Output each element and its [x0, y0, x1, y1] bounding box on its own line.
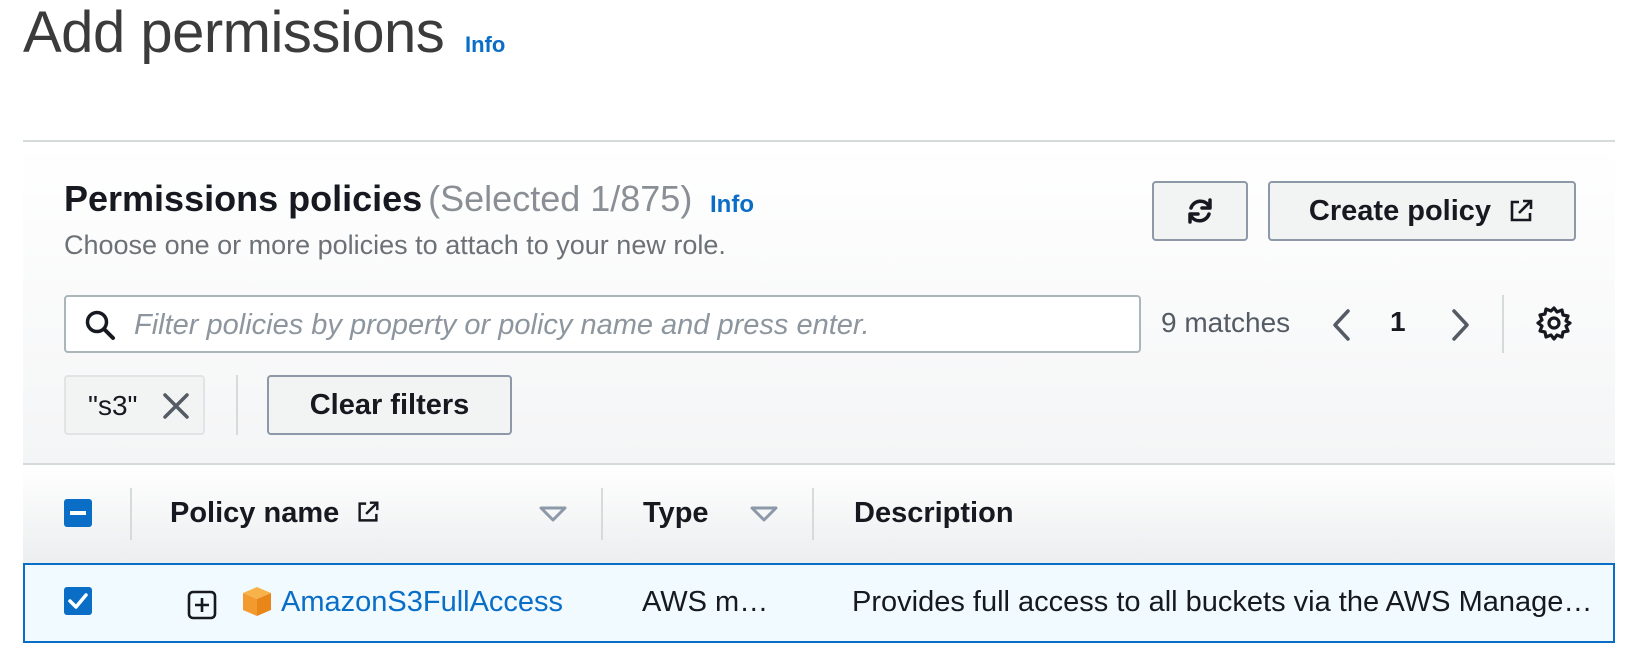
- page-info-link[interactable]: Info: [465, 32, 505, 58]
- clear-filters-button[interactable]: Clear filters: [267, 375, 512, 435]
- panel-description: Choose one or more policies to attach to…: [64, 230, 726, 260]
- policy-name-link[interactable]: AmazonS3FullAccess: [281, 586, 563, 619]
- next-page-button[interactable]: [1446, 305, 1476, 345]
- create-policy-button[interactable]: Create policy: [1268, 181, 1576, 241]
- column-divider: [130, 488, 132, 540]
- package-icon: [243, 587, 271, 616]
- page-title: Add permissions: [23, 0, 445, 65]
- token-divider: [236, 375, 238, 435]
- match-count: 9 matches: [1161, 307, 1291, 338]
- column-divider: [812, 488, 814, 540]
- panel-title: Permissions policies: [64, 178, 423, 219]
- panel-info-link[interactable]: Info: [710, 191, 754, 219]
- column-header-policy-name[interactable]: Policy name: [170, 497, 381, 530]
- previous-page-button[interactable]: [1326, 305, 1356, 345]
- filter-token: "s3": [64, 375, 205, 435]
- column-header-description: Description: [854, 497, 1014, 529]
- refresh-icon: [1188, 198, 1212, 224]
- pager-divider: [1502, 295, 1504, 353]
- close-icon[interactable]: [161, 391, 191, 421]
- select-all-checkbox[interactable]: [64, 499, 92, 527]
- external-link-icon: [1510, 199, 1533, 222]
- column-label: Policy name: [170, 497, 340, 529]
- preferences-button[interactable]: [1536, 305, 1572, 346]
- create-policy-label: Create policy: [1308, 194, 1492, 227]
- chevron-left-icon: [1333, 309, 1350, 341]
- filter-token-label: "s3": [88, 390, 138, 421]
- expand-icon[interactable]: [187, 590, 217, 620]
- column-divider: [601, 488, 603, 540]
- filter-input[interactable]: [132, 303, 1126, 347]
- sort-icon[interactable]: [538, 505, 568, 523]
- column-header-type[interactable]: Type: [643, 497, 709, 530]
- external-link-icon: [358, 501, 379, 522]
- chevron-right-icon: [1452, 309, 1469, 341]
- policy-type: AWS m…: [642, 586, 769, 618]
- row-checkbox[interactable]: [64, 587, 92, 615]
- search-icon: [85, 310, 115, 340]
- checkmark-icon: [68, 593, 88, 609]
- current-page-number[interactable]: 1: [1390, 306, 1406, 338]
- policy-filter: [64, 295, 1141, 353]
- policy-description: Provides full access to all buckets via …: [852, 586, 1593, 618]
- gear-icon: [1536, 306, 1572, 341]
- panel-header: Permissions policies (Selected 1/875): [64, 178, 692, 220]
- refresh-button[interactable]: [1152, 181, 1248, 241]
- selected-count: (Selected 1/875): [428, 178, 693, 219]
- sort-icon[interactable]: [749, 505, 779, 523]
